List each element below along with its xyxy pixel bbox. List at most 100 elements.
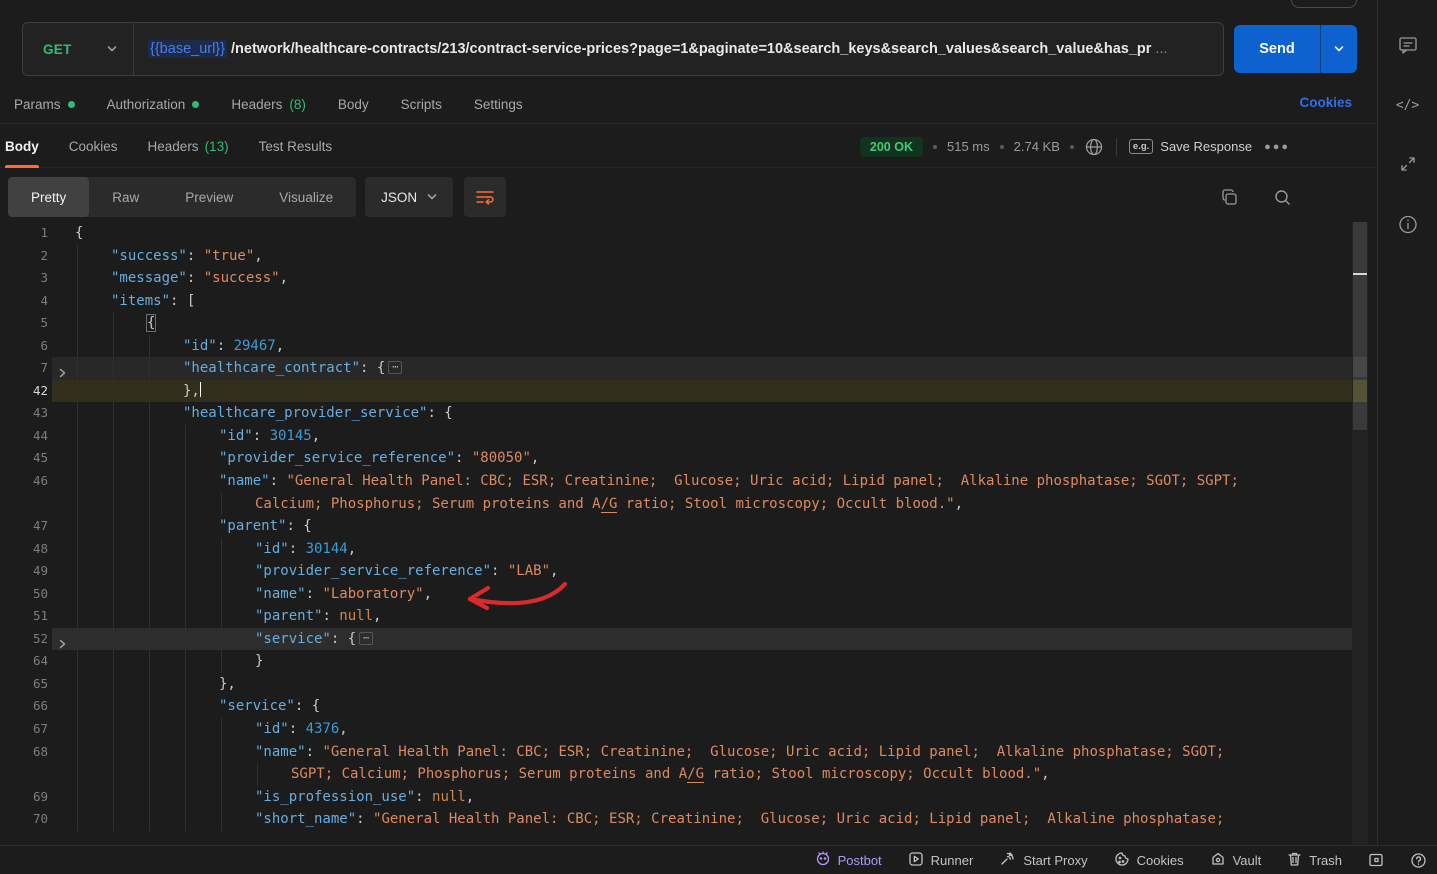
indent-guide	[113, 470, 114, 493]
footer-postbot-button[interactable]: Postbot	[815, 851, 882, 870]
indent-guide	[113, 538, 114, 561]
indent-guide	[221, 605, 222, 628]
postman-app-window: GET {{base_url}} /network/healthcare-con…	[0, 0, 1437, 874]
divider	[1116, 138, 1117, 156]
method-select[interactable]: GET	[23, 23, 134, 75]
tab-label: Body	[338, 97, 369, 112]
indent-guide	[77, 267, 78, 290]
format-select[interactable]: JSON	[365, 177, 453, 217]
indent-guide	[185, 493, 186, 516]
footer-runner-button[interactable]: Runner	[908, 851, 974, 870]
footer-vault-button[interactable]: Vault	[1210, 851, 1262, 870]
send-button[interactable]: Send	[1234, 25, 1320, 73]
indent-guide	[221, 650, 222, 673]
meta-separator-dot	[933, 145, 937, 149]
indent-guide	[149, 763, 150, 786]
code-tokens: },	[183, 383, 201, 399]
unsaved-dot	[192, 101, 199, 108]
resize-arrows-icon[interactable]	[1399, 155, 1417, 178]
indent-guide	[77, 380, 78, 403]
indent-guide	[149, 402, 150, 425]
response-tab-test-results[interactable]: Test Results	[259, 125, 333, 168]
line-number: 50	[0, 583, 48, 606]
code-line-52: 52"service": {⋯	[0, 628, 1376, 651]
code-tokens: },	[219, 676, 236, 692]
indent-guide	[221, 741, 222, 764]
code-tokens: "provider_service_reference": "80050",	[219, 450, 539, 466]
send-options-button[interactable]	[1320, 25, 1357, 73]
scrollbar-cursor-mark	[1353, 273, 1367, 275]
footer-start-proxy-button[interactable]: Start Proxy	[999, 851, 1087, 870]
fold-ellipsis-chip[interactable]: ⋯	[359, 632, 373, 645]
split-panel-icon[interactable]	[1368, 852, 1384, 868]
view-tab-preview[interactable]: Preview	[162, 177, 256, 217]
indent-guide	[77, 493, 78, 516]
view-tab-pretty[interactable]: Pretty	[8, 177, 89, 217]
cookies-link[interactable]: Cookies	[1299, 95, 1352, 110]
more-options-icon[interactable]: ●●●	[1262, 141, 1292, 153]
help-icon[interactable]	[1410, 852, 1427, 869]
code-snippet-icon[interactable]: </>	[1396, 98, 1419, 113]
indent-guide	[113, 357, 114, 380]
response-header: Body Cookies Headers(13) Test Results 200 O…	[0, 125, 1376, 168]
request-tab-headers[interactable]: Headers(8)	[231, 97, 306, 112]
indent-guide	[113, 402, 114, 425]
code-tokens: "healthcare_contract": {⋯	[183, 360, 402, 376]
line-number: 66	[0, 695, 48, 718]
scrollbar-active-line-mark	[1353, 380, 1367, 402]
runner-icon	[908, 851, 924, 870]
code-tokens: "message": "success",	[111, 270, 288, 286]
status-badge[interactable]: 200 OK	[860, 137, 923, 157]
indent-guide	[149, 650, 150, 673]
line-number: 48	[0, 538, 48, 561]
copy-icon[interactable]	[1220, 188, 1239, 207]
response-size[interactable]: 2.74 KB	[1014, 139, 1060, 154]
code-tokens: "id": 30145,	[219, 428, 320, 444]
code-tokens: "id": 29467,	[183, 338, 284, 354]
code-line-65: 65},	[0, 673, 1376, 696]
view-tab-raw[interactable]: Raw	[89, 177, 162, 217]
tab-label: Scripts	[401, 97, 442, 112]
indent-guide	[257, 763, 258, 786]
response-time[interactable]: 515 ms	[947, 139, 990, 154]
wrap-text-icon	[475, 188, 495, 206]
request-tab-authorization[interactable]: Authorization	[107, 97, 200, 112]
indent-guide	[185, 763, 186, 786]
code-line-2: 2"success": "true",	[0, 245, 1376, 268]
network-globe-icon[interactable]	[1084, 137, 1104, 157]
line-highlight	[52, 380, 1352, 403]
code-scrollbar[interactable]	[1352, 222, 1368, 845]
request-tab-scripts[interactable]: Scripts	[401, 97, 442, 112]
indent-guide	[185, 447, 186, 470]
indent-guide	[113, 695, 114, 718]
response-tab-cookies[interactable]: Cookies	[69, 125, 118, 168]
indent-guide	[149, 335, 150, 358]
tab-cutoff-button[interactable]	[1291, 0, 1357, 8]
indent-guide	[77, 470, 78, 493]
fold-ellipsis-chip[interactable]: ⋯	[388, 361, 402, 374]
comments-icon[interactable]	[1398, 35, 1418, 60]
line-highlight	[52, 628, 1352, 651]
line-number: 51	[0, 605, 48, 628]
response-tab-headers[interactable]: Headers(13)	[148, 125, 229, 168]
search-icon[interactable]	[1273, 188, 1292, 207]
line-number: 3	[0, 267, 48, 290]
indent-guide	[185, 741, 186, 764]
footer-trash-button[interactable]: Trash	[1287, 851, 1342, 870]
info-icon[interactable]	[1397, 214, 1418, 240]
footer-cookies-button[interactable]: Cookies	[1114, 851, 1184, 870]
view-tab-visualize[interactable]: Visualize	[256, 177, 356, 217]
line-number: 42	[0, 380, 48, 403]
indent-guide	[77, 628, 78, 651]
code-line-50: 50"name": "Laboratory",	[0, 583, 1376, 606]
request-tab-params[interactable]: Params	[14, 97, 75, 112]
wrap-text-button[interactable]	[464, 177, 506, 217]
url-input[interactable]: {{base_url}} /network/healthcare-contrac…	[134, 40, 1223, 58]
indent-guide	[185, 515, 186, 538]
code-line-48: 48"id": 30144,	[0, 538, 1376, 561]
indent-guide	[221, 583, 222, 606]
request-tab-body[interactable]: Body	[338, 97, 369, 112]
save-response-button[interactable]: e.g. Save Response	[1129, 139, 1252, 154]
response-tab-body[interactable]: Body	[5, 125, 39, 168]
request-tab-settings[interactable]: Settings	[474, 97, 523, 112]
